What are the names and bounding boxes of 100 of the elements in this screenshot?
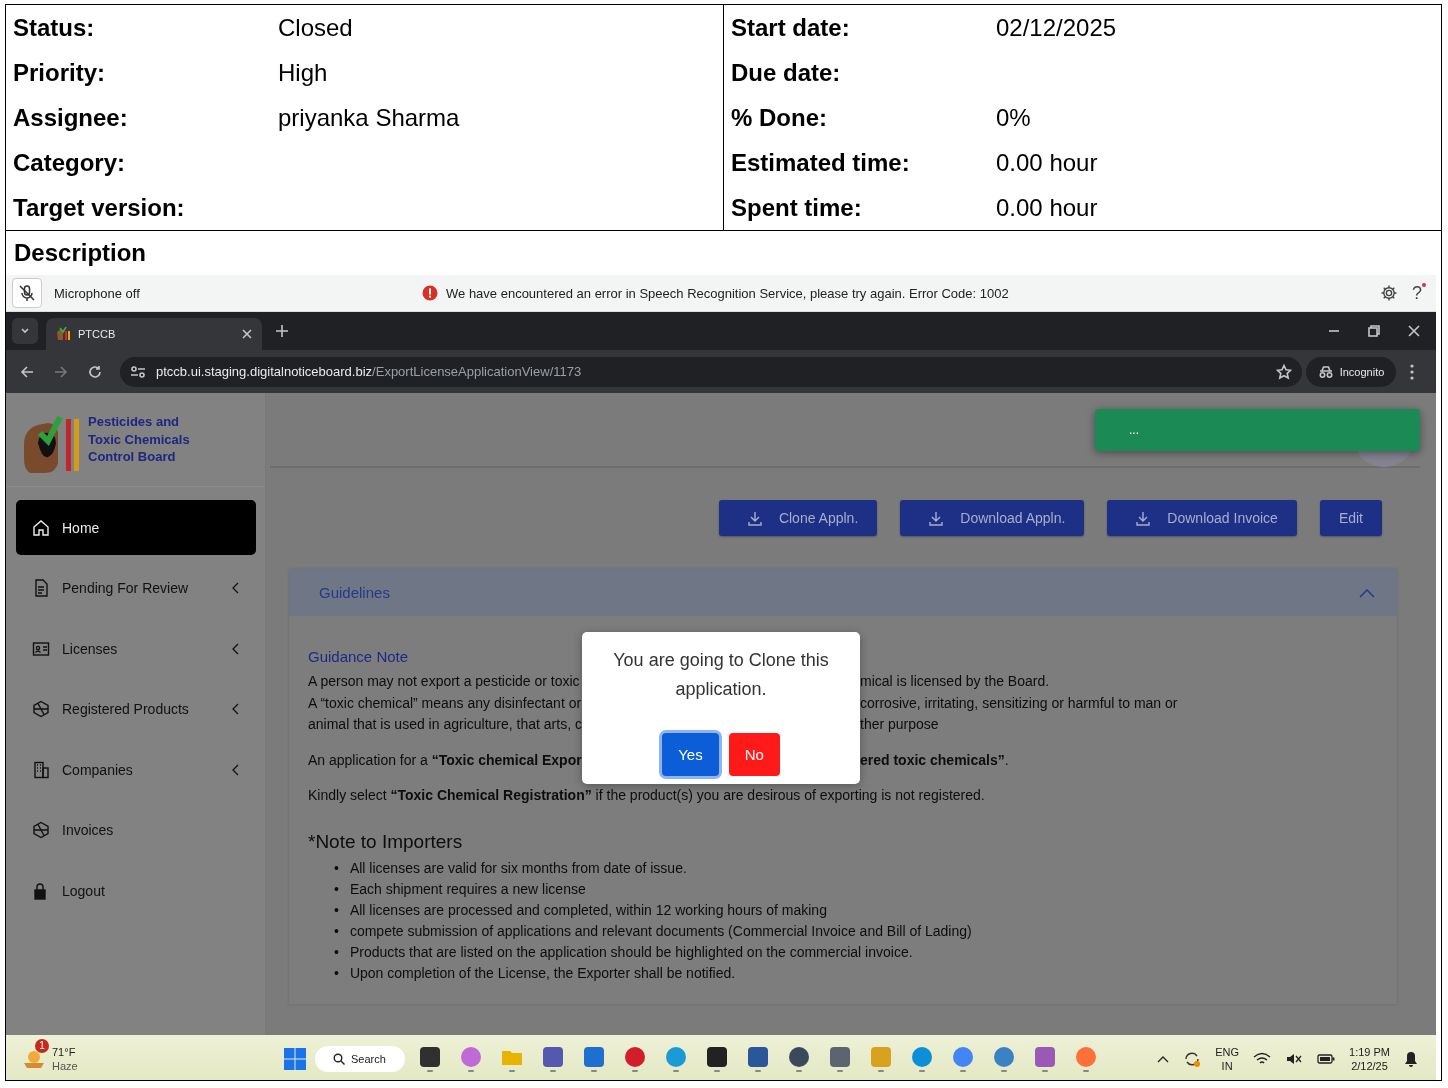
sidebar-item[interactable]: Companies: [16, 739, 256, 800]
microphone-status: Microphone off: [54, 285, 140, 301]
hexagon-icon: [32, 700, 50, 719]
download-icon: [746, 510, 763, 526]
paragraph-text: A person may not export a pesticide or toxic: [308, 672, 581, 692]
dialog-button[interactable]: No: [728, 733, 780, 776]
field-label: Status:: [13, 13, 96, 42]
microphone-off-icon: [18, 284, 36, 302]
field-label: Start date:: [731, 13, 851, 42]
new-tab-icon[interactable]: [276, 325, 288, 337]
list-item: Each shipment requires a new license: [349, 880, 586, 900]
battery-icon[interactable]: [1317, 1052, 1336, 1065]
sidebar-item[interactable]: Pending For Review: [16, 558, 256, 619]
id-card-icon: [32, 639, 50, 658]
action-button[interactable]: Clone Appln.: [718, 500, 878, 536]
app-icon[interactable]: [418, 1045, 442, 1072]
language-indicator[interactable]: ENG IN: [1215, 1044, 1240, 1073]
help-button[interactable]: ?: [1412, 282, 1422, 304]
back-arrow-icon[interactable]: [20, 364, 34, 379]
document-icon: [32, 579, 50, 598]
notification-dot-icon: [1422, 282, 1426, 287]
app-icon[interactable]: [746, 1045, 770, 1072]
home-icon: [32, 518, 50, 537]
clock[interactable]: 1:19 PM 2/12/25: [1349, 1044, 1390, 1073]
sidebar-item[interactable]: Logout: [16, 860, 256, 921]
field-value: Closed: [278, 13, 353, 42]
field-value: priyanka Sharma: [278, 103, 460, 132]
tab-search-button[interactable]: [12, 318, 38, 344]
list-item: Upon completion of the License, the Exporter shall be notified.: [349, 964, 736, 984]
action-button[interactable]: Download Invoice: [1107, 500, 1297, 536]
sidebar-item[interactable]: Licenses: [16, 618, 256, 679]
field-value: 02/12/2025: [996, 13, 1117, 42]
paragraph-text: mical is licensed by the Board.: [860, 672, 1051, 692]
sidebar-item[interactable]: Invoices: [16, 800, 256, 861]
forward-arrow-icon[interactable]: [54, 364, 68, 379]
chevron-up-icon: [1359, 587, 1375, 598]
notification-badge: 1: [35, 1038, 49, 1053]
bullet-marker: •: [334, 943, 339, 963]
bullet-marker: •: [334, 859, 339, 879]
field-label: Due date:: [731, 58, 842, 87]
action-button[interactable]: Edit: [1319, 500, 1382, 536]
settings-icon[interactable]: [1380, 284, 1398, 302]
chevron-down-icon: [20, 326, 30, 336]
paragraph-text: ered toxic chemicals”.: [860, 750, 1010, 770]
restore-icon[interactable]: [1368, 325, 1380, 337]
bell-icon[interactable]: [1404, 1050, 1418, 1067]
dialog-message: You are going to Clone this application.: [612, 649, 830, 701]
section-heading: *Note to Importers: [308, 830, 464, 853]
bookmark-star-icon[interactable]: [1276, 363, 1292, 380]
section-title: Guidance Note: [308, 647, 409, 667]
start-icon[interactable]: [284, 1047, 306, 1070]
chevron-up-icon[interactable]: [1157, 1054, 1170, 1063]
incognito-icon: [1317, 364, 1334, 379]
paragraph-text: A “toxic chemical” means any disinfectant or: [308, 693, 582, 713]
paragraph-text: An application for a “Toxic chemical Expor: [308, 750, 582, 770]
field-label: Priority:: [13, 58, 106, 87]
more-menu-icon[interactable]: [1410, 363, 1414, 380]
close-icon[interactable]: [1408, 325, 1420, 337]
list-item: compete submission of applications and relevant documents (Commercial Invoice and Bill of Lading): [349, 922, 972, 942]
field-value: High: [278, 58, 328, 87]
field-label: Estimated time:: [731, 148, 911, 177]
field-value: 0.00 hour: [996, 148, 1098, 177]
site-logo-icon: [56, 327, 70, 341]
field-label: % Done:: [731, 103, 828, 132]
paragraph-text: ther purpose: [860, 714, 940, 734]
sidebar-item[interactable]: Registered Products: [16, 679, 256, 740]
bullet-marker: •: [334, 922, 339, 942]
download-icon: [1135, 510, 1152, 526]
search-button[interactable]: Search: [315, 1045, 405, 1072]
microphone-button[interactable]: [12, 278, 42, 308]
field-label: Category:: [13, 148, 127, 177]
close-icon[interactable]: [242, 329, 252, 339]
field-value: 0.00 hour: [996, 193, 1098, 222]
field-label: Assignee:: [13, 103, 129, 132]
url-text: ptccb.ui.staging.digitalnoticeboard.biz/ExportLicenseApplicationView/1173: [156, 364, 582, 379]
site-settings-icon[interactable]: [130, 364, 146, 379]
paragraph-text: animal that is used in agriculture, that arts, c: [308, 714, 582, 734]
building-icon: [32, 760, 50, 779]
dialog-button[interactable]: Yes: [662, 733, 719, 776]
organization-name: Pesticides and Toxic Chemicals Control Board: [88, 413, 190, 466]
incognito-button[interactable]: Incognito: [1306, 356, 1396, 387]
app-icon[interactable]: [705, 1045, 729, 1072]
address-bar[interactable]: ptccb.ui.staging.digitalnoticeboard.biz/ExportLicenseApplicationView/1173: [120, 356, 1302, 387]
speaker-muted-icon[interactable]: [1285, 1051, 1304, 1066]
action-button[interactable]: Download Appln.: [900, 500, 1085, 536]
error-message: We have encountered an error in Speech Recognition Service, please try again. Error Code: 1002: [446, 285, 1009, 301]
paragraph-text: Kindly select “Toxic Chemical Registration” if the product(s) you are desirous of exporting is not registered.: [308, 786, 986, 806]
field-label: Target version:: [13, 193, 186, 222]
browser-tab[interactable]: PTCCB: [46, 318, 262, 350]
sidebar-item[interactable]: Home: [16, 500, 256, 555]
reload-icon[interactable]: [88, 364, 102, 379]
hexagon-icon: [32, 821, 50, 840]
bullet-marker: •: [334, 880, 339, 900]
bullet-marker: •: [334, 964, 339, 984]
app-icon[interactable]: [787, 1045, 811, 1072]
field-label: Spent time:: [731, 193, 863, 222]
weather-icon: [22, 1048, 46, 1069]
wifi-icon[interactable]: [1253, 1051, 1272, 1066]
list-item: All licenses are processed and completed, within 12 working hours of making: [349, 901, 827, 921]
paragraph-text: corrosive, irritating, sensitizing or harmful to man or: [860, 693, 1179, 713]
